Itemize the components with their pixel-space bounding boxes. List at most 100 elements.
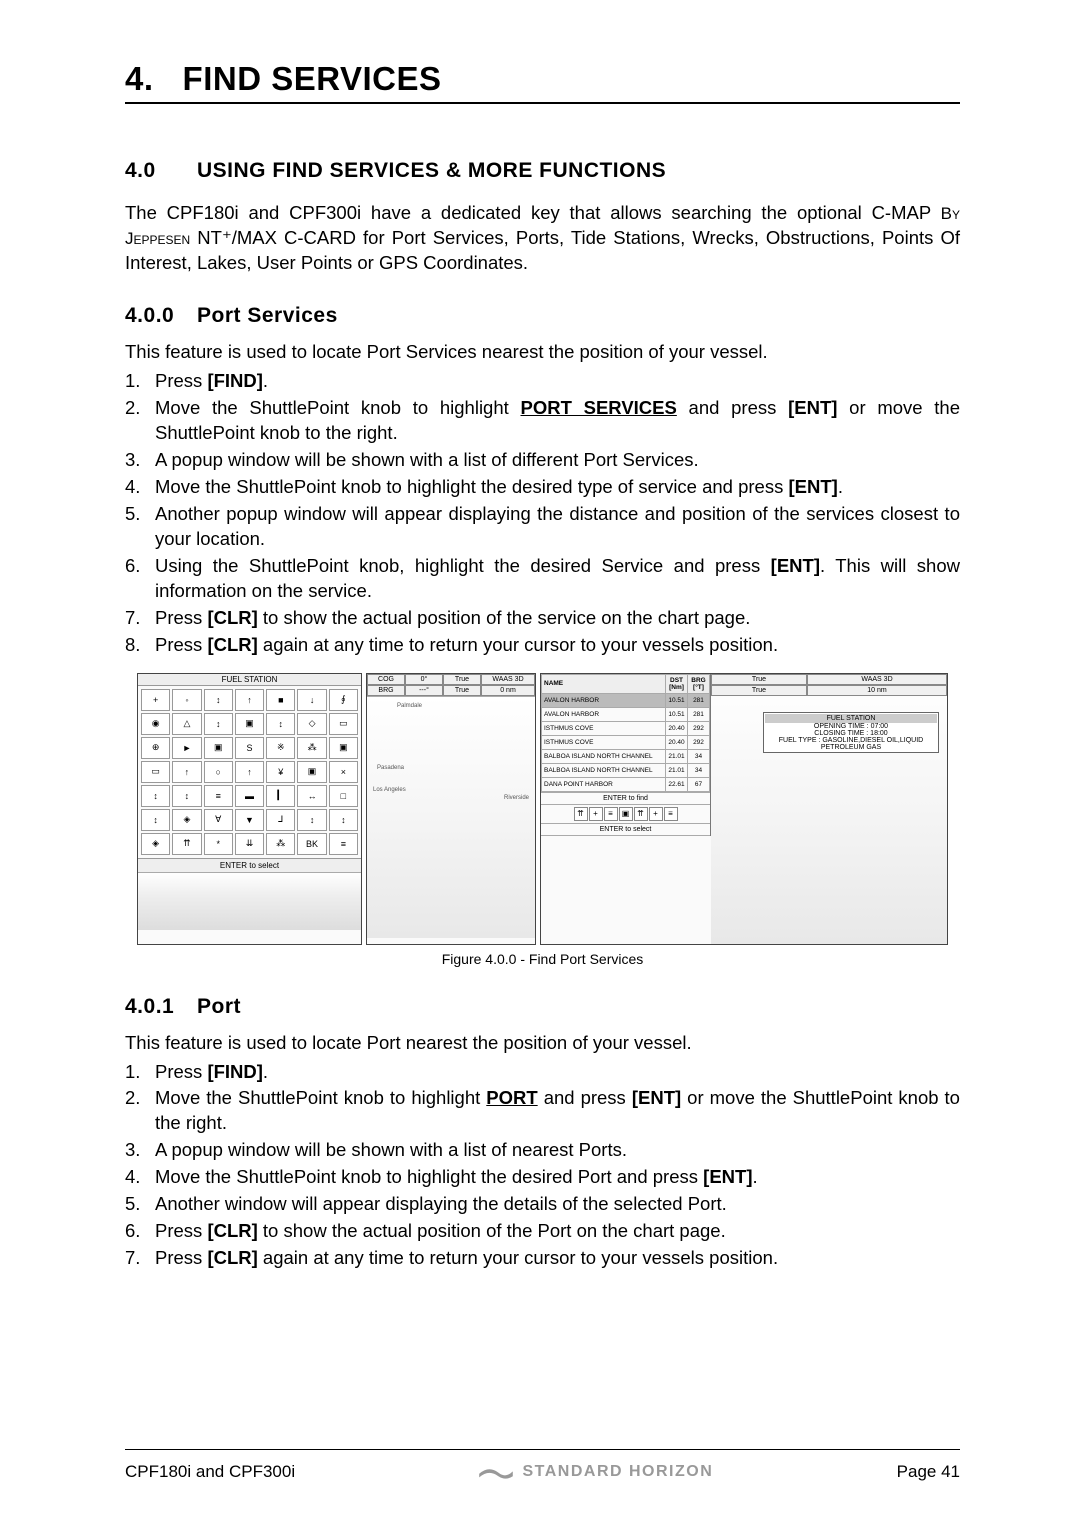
table-row: DANA POINT HARBOR22.6167 [542,777,710,791]
service-icon: ∀ [204,809,233,831]
service-icon: □ [329,785,358,807]
service-icon: ⁂ [297,737,326,759]
results-table: NAME DST [Nm] BRG [°T] AVALON HARBOR10.5… [541,674,710,792]
service-icon: ∮ [329,689,358,711]
chapter-name: FIND SERVICES [183,60,442,97]
service-icon: ▣ [329,737,358,759]
step-item: Press [CLR] again at any time to return … [125,1246,960,1271]
service-icon: ⅃ [266,809,295,831]
step-item: Another popup window will appear display… [125,502,960,552]
service-icon: ↑ [235,689,264,711]
step-item: Move the ShuttlePoint knob to highlight … [125,396,960,446]
chapter-title: 4. FIND SERVICES [125,60,960,98]
service-icon: ↕ [172,785,201,807]
service-icon: ↕ [204,689,233,711]
step-item: Press [CLR] again at any time to return … [125,633,960,658]
figure-panel-services-grid: FUEL STATION +◦↕↑■↓∮◉△↕▣↕◇▭⊕►▣S※⁂▣▭↑○↑¥▣… [137,673,362,945]
table-row: BALBOA ISLAND NORTH CHANNEL21.0134 [542,749,710,763]
service-icon: ▣ [297,761,326,783]
service-icon: ↑ [172,761,201,783]
panel1-map [138,872,361,930]
subsection-name: Port Services [197,304,338,327]
steps-4-0-0: Press [FIND].Move the ShuttlePoint knob … [125,369,960,658]
service-icon: ⇊ [235,833,264,855]
service-icon: ↕ [297,809,326,831]
service-icon: ↕ [141,785,170,807]
subsection-4-0-0-intro: This feature is used to locate Port Serv… [125,340,960,365]
service-icon: ◉ [141,713,170,735]
service-icon: ↓ [297,689,326,711]
figure-4-0-0: FUEL STATION +◦↕↑■↓∮◉△↕▣↕◇▭⊕►▣S※⁂▣▭↑○↑¥▣… [125,673,960,967]
section-4-0-body: The CPF180i and CPF300i have a dedicated… [125,201,960,276]
table-row: AVALON HARBOR10.51281 [542,707,710,721]
step-item: A popup window will be shown with a list… [125,1138,960,1163]
service-icon: ◇ [297,713,326,735]
service-icon: ◈ [141,833,170,855]
service-icon: ▭ [329,713,358,735]
footer-logo: STANDARD HORIZON [478,1463,713,1481]
step-item: Press [FIND]. [125,369,960,394]
chapter-num: 4. [125,60,154,97]
panel3-right: True WAAS 3D True 10 nm FUEL STATION OPE… [711,674,947,944]
subsection-4-0-1-intro: This feature is used to locate Port near… [125,1031,960,1056]
service-icon: ↑ [235,761,264,783]
table-row: ISTHMUS COVE20.40292 [542,735,710,749]
subsection-4-0-0-title: 4.0.0Port Services [125,304,960,328]
footer-right: Page 41 [897,1462,960,1482]
subsection-num: 4.0.1 [125,995,197,1019]
step-item: Move the ShuttlePoint knob to highlight … [125,475,960,500]
service-icon: ► [172,737,201,759]
service-icon: ¥ [266,761,295,783]
panel1-header: FUEL STATION [138,674,361,686]
step-item: Using the ShuttlePoint knob, highlight t… [125,554,960,604]
service-icon: ○ [204,761,233,783]
step-item: Press [CLR] to show the actual position … [125,1219,960,1244]
chapter-rule [125,102,960,104]
service-icon: ↕ [266,713,295,735]
panel3-icon-row: ⇈+≡▣⇈+≡ [541,805,710,823]
service-icon: ⊕ [141,737,170,759]
service-icon: BK [297,833,326,855]
step-item: Another window will appear displaying th… [125,1192,960,1217]
service-icon: S [235,737,264,759]
service-icon: ↕ [329,809,358,831]
section-4-0-title: 4.0USING FIND SERVICES & MORE FUNCTIONS [125,159,960,183]
service-icon: ↔ [297,785,326,807]
service-icon: ▎ [266,785,295,807]
fuel-station-infobox: FUEL STATION OPENING TIME : 07:00 CLOSIN… [763,712,939,753]
service-icon: △ [172,713,201,735]
step-item: Move the ShuttlePoint knob to highlight … [125,1086,960,1136]
service-icon: ▼ [235,809,264,831]
figure-caption: Figure 4.0.0 - Find Port Services [125,951,960,967]
service-icon: ↕ [141,809,170,831]
step-item: Press [CLR] to show the actual position … [125,606,960,631]
footer-left: CPF180i and CPF300i [125,1462,295,1482]
table-row: BALBOA ISLAND NORTH CHANNEL21.0134 [542,763,710,777]
section-num: 4.0 [125,159,197,183]
service-icon: ↕ [204,713,233,735]
section-name: USING FIND SERVICES & MORE FUNCTIONS [197,159,666,182]
service-icon: ▣ [235,713,264,735]
panel1-footer: ENTER to select [138,858,361,872]
panel3-left: NAME DST [Nm] BRG [°T] AVALON HARBOR10.5… [541,674,711,836]
step-item: Press [FIND]. [125,1060,960,1085]
service-icon: ■ [266,689,295,711]
step-item: Move the ShuttlePoint knob to highlight … [125,1165,960,1190]
horizon-logo-icon [478,1463,514,1481]
figure-panel-results: NAME DST [Nm] BRG [°T] AVALON HARBOR10.5… [540,673,948,945]
page-footer: CPF180i and CPF300i STANDARD HORIZON Pag… [125,1449,960,1482]
service-icon: + [141,689,170,711]
step-item: A popup window will be shown with a list… [125,448,960,473]
service-icon: ≡ [204,785,233,807]
service-icon: ≡ [329,833,358,855]
subsection-name: Port [197,995,241,1018]
service-icon: ◈ [172,809,201,831]
table-row: ISTHMUS COVE20.40292 [542,721,710,735]
service-icon: ▣ [204,737,233,759]
service-icon: ◦ [172,689,201,711]
table-row: AVALON HARBOR10.51281 [542,693,710,707]
service-icon: × [329,761,358,783]
service-icon: * [204,833,233,855]
panel2-header2: BRG ---° True 0 nm [367,685,535,696]
service-icon: ▭ [141,761,170,783]
